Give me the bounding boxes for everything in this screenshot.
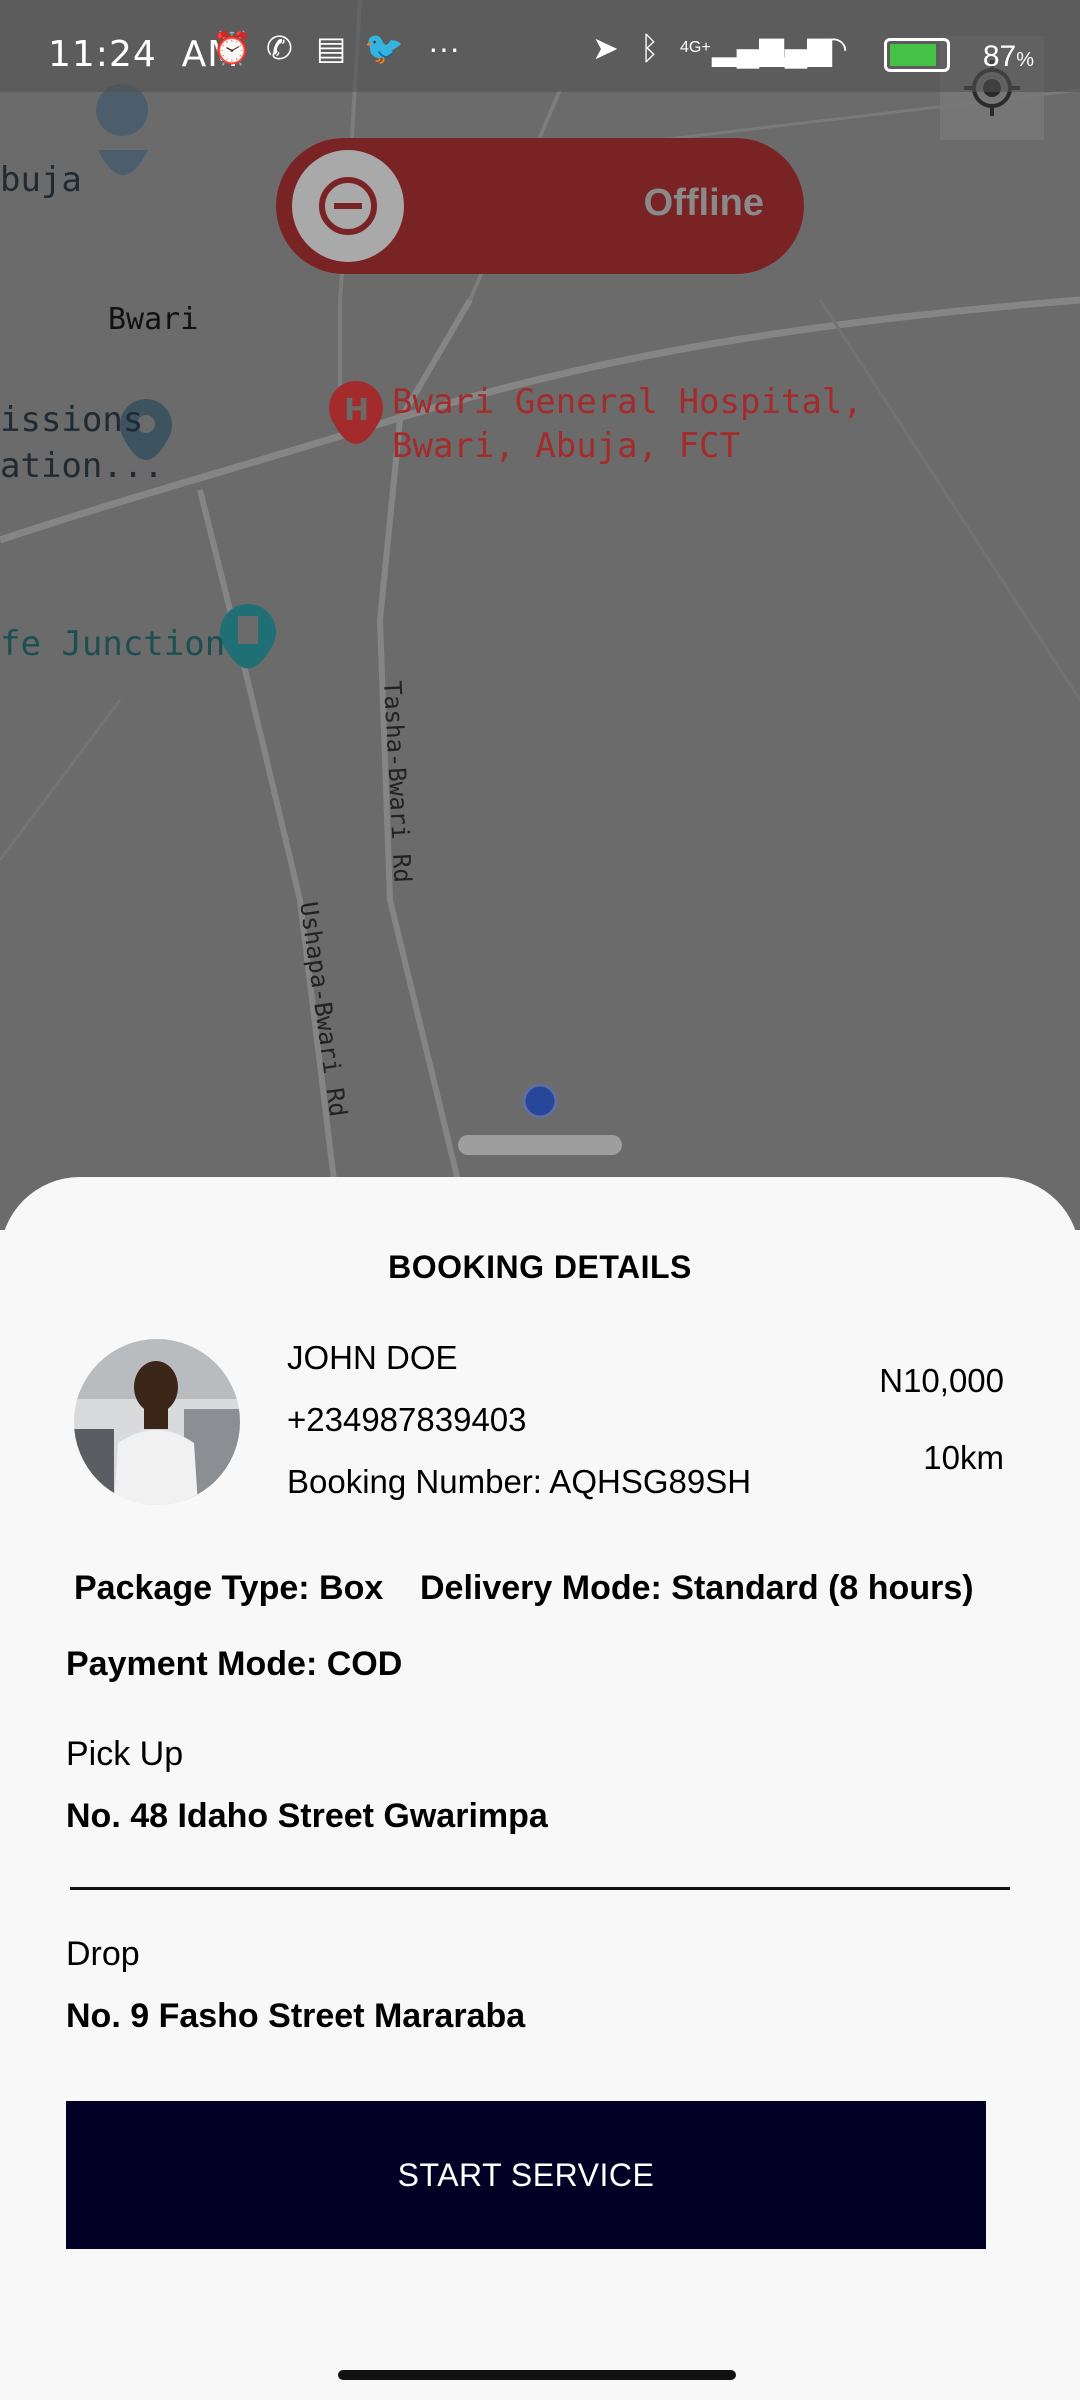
battery-percentage: 87% <box>982 40 1034 73</box>
pickup-label: Pick Up <box>66 1735 184 1773</box>
avatar-photo <box>74 1339 240 1505</box>
message-icon: ▤ <box>316 30 347 66</box>
booking-number: Booking Number: AQHSG89SH <box>287 1463 752 1500</box>
map-label-abuja: buja <box>0 160 82 200</box>
messenger-icon: ✆ <box>266 30 293 66</box>
tower-pin-icon <box>220 604 276 669</box>
network-type: 4G+ <box>680 39 711 56</box>
bluetooth-icon: ᛒ <box>640 30 660 66</box>
map-label-hospital-2[interactable]: Bwari, Abuja, FCT <box>392 424 740 468</box>
map-label-missions-1: issions <box>0 400 144 440</box>
online-offline-toggle[interactable]: Offline <box>276 138 804 274</box>
map-label-junction: fe Junction <box>0 624 226 664</box>
status-bar: 11:24 AM ⏰ ✆ ▤ 🐦 ··· ➤ ᛒ 4G+ ▂▄▆ ▂▄▆ ◠ 8… <box>0 0 1080 92</box>
booking-price: N10,000 <box>879 1362 1004 1399</box>
location-arrow-icon: ➤ <box>592 30 619 66</box>
twitter-icon: 🐦 <box>364 30 404 66</box>
divider <box>70 1887 1010 1890</box>
booking-distance: 10km <box>923 1439 1004 1476</box>
drop-label: Drop <box>66 1935 140 1973</box>
toggle-knob[interactable] <box>292 150 404 262</box>
customer-avatar <box>74 1339 240 1505</box>
drop-address: No. 9 Fasho Street Mararaba <box>66 1997 526 2035</box>
home-indicator[interactable] <box>338 2370 736 2380</box>
sheet-title: BOOKING DETAILS <box>388 1249 692 1285</box>
museum-pin-icon <box>96 84 149 175</box>
map-label-bwari: Bwari <box>108 302 199 337</box>
start-service-button[interactable]: START SERVICE <box>66 2101 986 2249</box>
toggle-status-label: Offline <box>643 182 764 224</box>
svg-text:H: H <box>344 393 369 428</box>
more-icon: ··· <box>428 30 460 66</box>
minus-circle-icon <box>319 177 377 235</box>
customer-phone[interactable]: +234987839403 <box>287 1401 527 1439</box>
pickup-address: No. 48 Idaho Street Gwarimpa <box>66 1797 548 1835</box>
payment-mode: Payment Mode: COD <box>66 1645 403 1683</box>
customer-name: JOHN DOE <box>287 1339 458 1376</box>
delivery-mode: Delivery Mode: Standard (8 hours) <box>420 1569 974 1607</box>
map-label-hospital-1[interactable]: Bwari General Hospital, <box>392 380 863 424</box>
wifi-icon: ◠ <box>820 30 848 66</box>
booking-details-sheet: BOOKING DETAILS JOHN DOE +234987839403 B… <box>0 1177 1080 2400</box>
sheet-drag-handle[interactable] <box>458 1135 622 1155</box>
map-label-missions-2: ation... <box>0 446 164 486</box>
status-time: 11:24 AM <box>48 34 240 75</box>
alarm-icon: ⏰ <box>212 30 252 66</box>
battery-icon <box>884 38 950 72</box>
package-type: Package Type: Box <box>74 1569 384 1607</box>
current-location-dot <box>522 1083 558 1119</box>
